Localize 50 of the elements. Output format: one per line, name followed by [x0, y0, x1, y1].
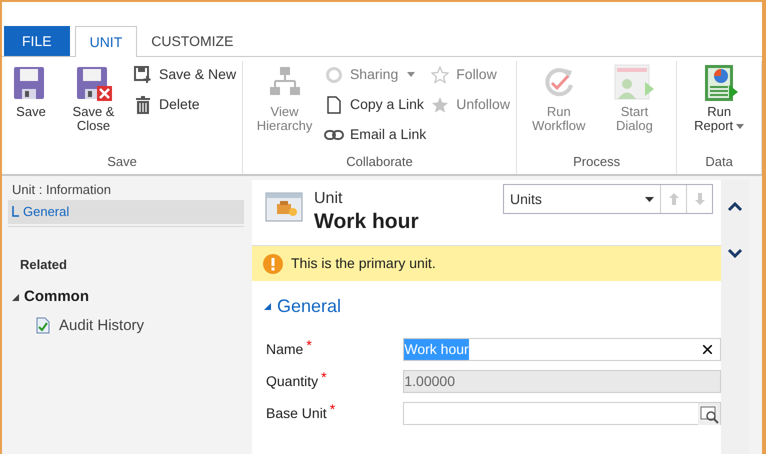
field-label: Name — [266, 340, 304, 358]
required-mark: * — [321, 368, 327, 386]
warning-icon — [263, 254, 283, 274]
field-label: Base Unit — [266, 404, 327, 422]
field-value: Work hour — [404, 338, 469, 360]
notification-text: This is the primary unit. — [291, 254, 436, 273]
file-tab[interactable]: FILE — [4, 26, 70, 56]
document-icon — [326, 96, 342, 114]
group-label: Process — [572, 153, 622, 171]
expanded-icon — [264, 303, 271, 310]
expanded-icon — [12, 294, 19, 301]
record-title: Work hour — [314, 209, 420, 235]
required-mark: * — [306, 336, 312, 354]
lookup-icon[interactable] — [698, 402, 720, 424]
ribbon-button[interactable]: Delete — [133, 94, 236, 115]
required-mark: * — [330, 400, 336, 418]
ribbon-button[interactable]: Email a Link — [324, 124, 426, 145]
input-field[interactable]: Work hour — [403, 338, 721, 360]
clear-icon[interactable] — [703, 344, 712, 354]
group-label: Save — [106, 153, 138, 171]
scroll-up-icon[interactable] — [727, 202, 743, 212]
link-icon — [324, 128, 344, 140]
save-new-icon — [134, 66, 152, 84]
nav-group[interactable]: Common — [8, 286, 252, 308]
checked-document-icon — [36, 317, 50, 334]
ribbon-tab[interactable]: UNIT — [74, 26, 138, 57]
lookup-field[interactable] — [403, 402, 721, 424]
ribbon-tab[interactable]: CUSTOMIZE — [137, 26, 248, 56]
star-outline-icon — [431, 66, 450, 84]
ribbon-button[interactable]: Save & Close — [58, 61, 130, 152]
nav-title: Unit : Information — [11, 181, 112, 199]
nav-item[interactable]: General — [8, 200, 244, 224]
tree-branch-icon — [12, 206, 19, 217]
related-heading: Related — [19, 256, 68, 274]
scroll-down-icon[interactable] — [727, 248, 743, 258]
entity-name: Unit — [314, 190, 344, 208]
group-label: Collaborate — [345, 153, 414, 171]
group-label: Data — [704, 153, 734, 171]
sharing-icon — [324, 66, 343, 84]
ribbon-button[interactable]: Save — [8, 61, 54, 152]
section-header[interactable]: General — [252, 293, 342, 320]
star-icon — [431, 96, 450, 114]
ribbon-button[interactable]: Copy a Link — [324, 94, 426, 115]
ribbon-button[interactable]: Save & New — [133, 64, 236, 85]
dialog-icon — [613, 64, 656, 102]
trash-icon — [135, 96, 152, 114]
nav-link[interactable]: Audit History — [8, 314, 252, 337]
ribbon-button[interactable]: Run Report — [683, 61, 755, 152]
field-value: 1.00000 — [404, 372, 455, 390]
field-label: Quantity — [266, 372, 318, 391]
